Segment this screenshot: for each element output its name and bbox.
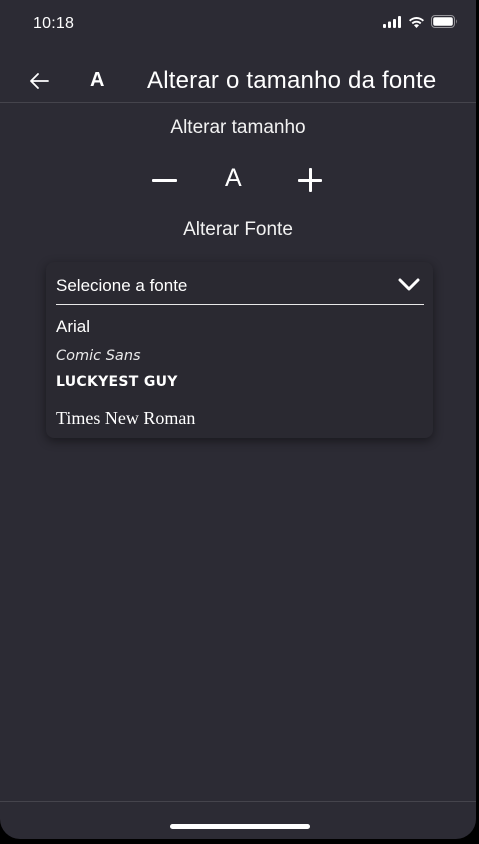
bottom-divider	[0, 801, 476, 802]
increase-size-button[interactable]	[298, 168, 324, 194]
font-size-preview: A	[225, 164, 242, 192]
font-dropdown: Selecione a fonte Arial Comic Sans LUCKY…	[46, 262, 433, 438]
app-header: A Alterar o tamanho da fonte	[0, 60, 476, 103]
font-icon: A	[90, 69, 105, 91]
font-select[interactable]: Selecione a fonte	[56, 262, 424, 305]
size-section-label: Alterar tamanho	[170, 117, 306, 138]
home-indicator[interactable]	[170, 824, 310, 829]
signal-icon	[383, 15, 401, 28]
status-time: 10:18	[33, 15, 75, 32]
font-option-times-new-roman[interactable]: Times New Roman	[56, 408, 195, 429]
status-icons	[383, 15, 458, 28]
status-bar: 10:18	[0, 0, 476, 50]
font-option-luckiest-guy[interactable]: LUCKYEST GUY	[56, 374, 178, 390]
battery-icon	[431, 15, 457, 28]
app-screen: 10:18 A Alterar o tamanho da fonte Alter…	[0, 0, 476, 839]
page-title: Alterar o tamanho da fonte	[147, 67, 437, 94]
font-option-arial[interactable]: Arial	[56, 317, 90, 337]
font-option-comic-sans[interactable]: Comic Sans	[56, 348, 141, 364]
back-button[interactable]	[28, 70, 52, 92]
decrease-size-button[interactable]	[152, 168, 178, 194]
font-select-value: Selecione a fonte	[56, 276, 188, 295]
size-controls: A	[0, 160, 476, 200]
chevron-down-icon	[398, 278, 420, 291]
font-section-label: Alterar Fonte	[183, 219, 293, 240]
wifi-icon	[409, 16, 424, 28]
arrow-left-icon	[30, 73, 49, 89]
